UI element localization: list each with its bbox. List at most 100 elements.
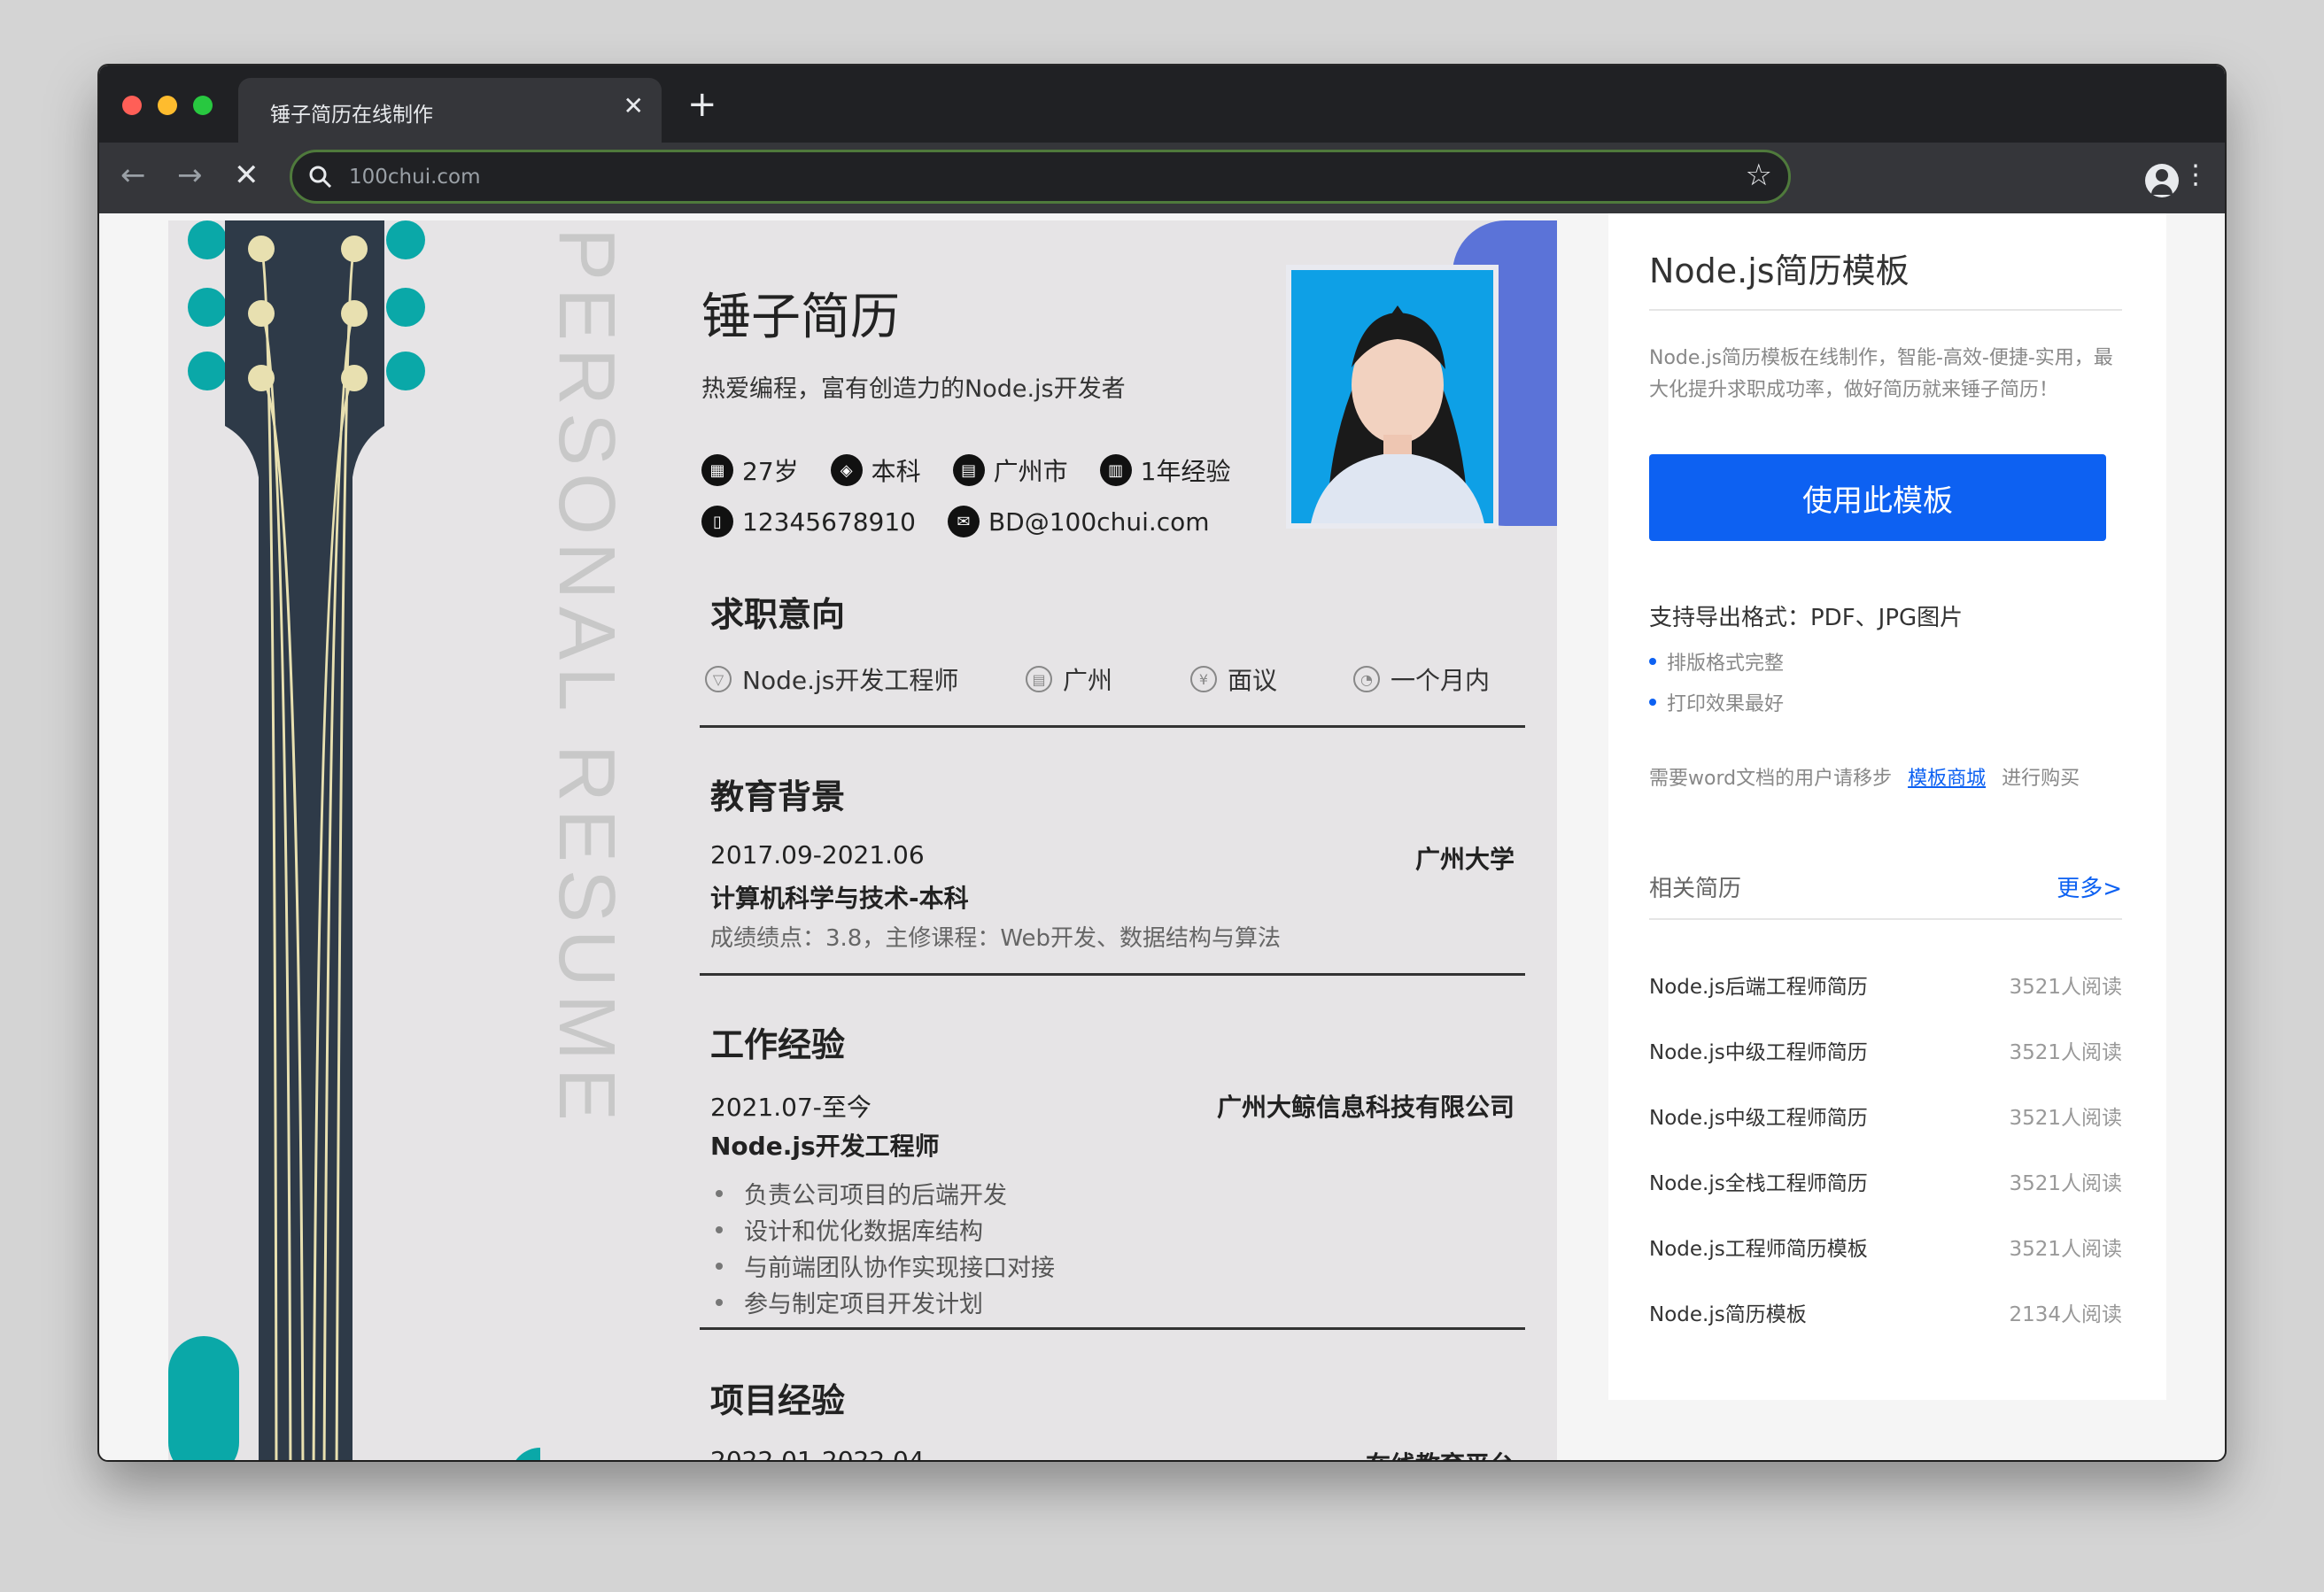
use-template-button[interactable]: 使用此模板 — [1649, 454, 2106, 541]
phone-info: ▯ 12345678910 — [701, 506, 916, 537]
template-title: Node.js简历模板 — [1649, 251, 1910, 290]
resume-preview: PERSONAL RESUME 锤子简历 热爱编程，富有创造力的Node.js开… — [168, 220, 1557, 1460]
search-icon — [309, 166, 332, 189]
close-tab-icon[interactable]: ✕ — [624, 94, 644, 119]
phone-icon: ▯ — [701, 506, 733, 537]
profile-photo — [1286, 265, 1499, 529]
sidebar-divider — [1649, 309, 2122, 311]
maximize-window-button[interactable] — [193, 96, 213, 115]
work-section-title: 工作经验 — [710, 1025, 846, 1064]
related-resume-name[interactable]: Node.js工程师简历模板 — [1649, 1232, 1868, 1262]
related-resume-name[interactable]: Node.js后端工程师简历 — [1649, 970, 1868, 1000]
list-item: 参与制定项目开发计划 — [710, 1284, 1055, 1320]
education-period: 2017.09-2021.06 — [710, 840, 925, 869]
list-item: 与前端团队协作实现接口对接 — [710, 1248, 1055, 1284]
education-section-title: 教育背景 — [710, 777, 846, 816]
tab-title: 锤子简历在线制作 — [270, 104, 433, 127]
person-portrait-icon — [1291, 270, 1493, 523]
basic-info-row: ▦ 27岁 ◈ 本科 ▤ 广州市 ▥ 1年经验 — [701, 452, 1263, 488]
intent-availability: ◔ 一个月内 — [1353, 661, 1490, 697]
template-description: Node.js简历模板在线制作，智能-高效-便捷-实用，最大化提升求职成功率，做… — [1649, 347, 2113, 401]
age-info: ▦ 27岁 — [701, 452, 799, 488]
url-text[interactable]: 100chui.com — [349, 166, 481, 189]
related-resume-item[interactable]: Node.js中级工程师简历 3521人阅读 — [1649, 1035, 2122, 1065]
experience-text: 1年经验 — [1140, 457, 1231, 486]
project-name: 在线教育平台 — [1366, 1446, 1514, 1460]
city-text: 广州市 — [993, 457, 1068, 486]
related-resume-name[interactable]: Node.js中级工程师简历 — [1649, 1035, 1868, 1065]
close-window-button[interactable] — [122, 96, 142, 115]
resume-tagline: 热爱编程，富有创造力的Node.js开发者 — [701, 375, 1126, 403]
yen-icon: ¥ — [1190, 666, 1217, 692]
related-resume-name[interactable]: Node.js简历模板 — [1649, 1297, 1807, 1327]
browser-toolbar: ← → ✕ 100chui.com ☆ ⋮ — [99, 143, 2225, 213]
project-period: 2022.01-2022.04 — [710, 1446, 925, 1460]
address-bar[interactable]: 100chui.com ☆ — [290, 150, 1791, 204]
related-resume-item[interactable]: Node.js后端工程师简历 3521人阅读 — [1649, 970, 2122, 1000]
title-bar: 锤子简历在线制作 ✕ + — [99, 66, 2225, 143]
profile-avatar-icon[interactable] — [2145, 164, 2179, 197]
guitar-decoration — [168, 220, 540, 1460]
city-info: ▤ 广州市 — [952, 452, 1068, 488]
mail-icon: ✉ — [947, 506, 980, 537]
more-menu-icon[interactable]: ⋮ — [2182, 162, 2209, 189]
word-note-suffix: 进行购买 — [2002, 768, 2080, 790]
list-item: 设计和优化数据库结构 — [710, 1211, 1055, 1248]
age-text: 27岁 — [742, 457, 799, 486]
word-note: 需要word文档的用户请移步 模板商城 进行购买 — [1649, 762, 2080, 791]
intent-city-text: 广州 — [1063, 666, 1113, 695]
related-resume-item[interactable]: Node.js简历模板 2134人阅读 — [1649, 1297, 2122, 1327]
section-divider — [700, 973, 1525, 976]
minimize-window-button[interactable] — [158, 96, 177, 115]
related-resume-item[interactable]: Node.js全栈工程师简历 3521人阅读 — [1649, 1166, 2122, 1196]
intent-position: ▽ Node.js开发工程师 — [705, 661, 958, 697]
template-store-link[interactable]: 模板商城 — [1908, 768, 1986, 790]
building-icon: ▤ — [952, 454, 985, 486]
resume-name: 锤子简历 — [701, 289, 900, 346]
read-count: 3521人阅读 — [2009, 1172, 2122, 1195]
related-resumes-title: 相关简历 — [1649, 876, 1742, 902]
intent-availability-text: 一个月内 — [1391, 666, 1491, 695]
related-resume-item[interactable]: Node.js工程师简历模板 3521人阅读 — [1649, 1232, 2122, 1262]
degree-text: 本科 — [871, 457, 921, 486]
feature-item: 打印效果最好 — [1649, 688, 1784, 716]
project-section-title: 项目经验 — [710, 1381, 846, 1420]
forward-arrow-icon[interactable]: → — [177, 160, 203, 190]
intent-salary-text: 面议 — [1228, 666, 1278, 695]
contact-info-row: ▯ 12345678910 ✉ BD@100chui.com — [701, 506, 1242, 537]
work-bullet-list: 负责公司项目的后端开发 设计和优化数据库结构 与前端团队协作实现接口对接 参与制… — [710, 1175, 1055, 1320]
personal-resume-watermark: PERSONAL RESUME — [542, 228, 631, 1128]
read-count: 3521人阅读 — [2009, 1238, 2122, 1261]
tie-icon: ▽ — [705, 666, 732, 692]
new-tab-button[interactable]: + — [687, 87, 717, 122]
section-divider — [700, 1327, 1525, 1330]
section-divider — [700, 725, 1525, 728]
clock-icon: ◔ — [1353, 666, 1380, 692]
work-role: Node.js开发工程师 — [710, 1132, 940, 1161]
intent-position-text: Node.js开发工程师 — [742, 666, 959, 695]
template-sidebar: Node.js简历模板 Node.js简历模板在线制作，智能-高效-便捷-实用，… — [1608, 213, 2166, 1400]
browser-tab[interactable]: 锤子简历在线制作 ✕ — [238, 78, 662, 143]
email-info: ✉ BD@100chui.com — [947, 506, 1210, 537]
bookmark-star-icon[interactable]: ☆ — [1746, 158, 1772, 193]
experience-info: ▥ 1年经验 — [1099, 452, 1231, 488]
phone-text: 12345678910 — [742, 506, 916, 537]
related-resume-item[interactable]: Node.js中级工程师简历 3521人阅读 — [1649, 1101, 2122, 1131]
word-note-prefix: 需要word文档的用户请移步 — [1649, 768, 1893, 790]
related-resume-name[interactable]: Node.js中级工程师简历 — [1649, 1101, 1868, 1131]
stop-loading-icon[interactable]: ✕ — [234, 160, 260, 190]
back-arrow-icon[interactable]: ← — [120, 160, 146, 190]
export-formats: 支持导出格式：PDF、JPG图片 — [1649, 605, 1964, 631]
intent-city: ▤ 广州 — [1026, 661, 1112, 697]
work-company: 广州大鲸信息科技有限公司 — [1216, 1093, 1514, 1122]
calendar-icon: ▦ — [701, 454, 733, 486]
education-school: 广州大学 — [1414, 845, 1514, 874]
graduation-icon: ◈ — [830, 454, 863, 486]
intent-salary: ¥ 面议 — [1190, 661, 1277, 697]
page-viewport: PERSONAL RESUME 锤子简历 热爱编程，富有创造力的Node.js开… — [103, 213, 2221, 1460]
degree-info: ◈ 本科 — [830, 452, 921, 488]
related-resume-name[interactable]: Node.js全栈工程师简历 — [1649, 1166, 1868, 1196]
read-count: 3521人阅读 — [2009, 976, 2122, 999]
more-link[interactable]: 更多> — [2057, 870, 2122, 903]
feature-item: 排版格式完整 — [1649, 647, 1784, 676]
